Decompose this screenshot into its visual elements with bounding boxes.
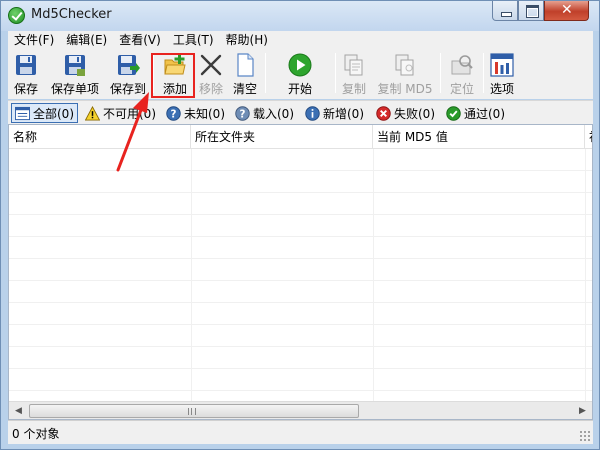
menu-edit[interactable]: 编辑(E) xyxy=(60,31,113,49)
play-icon xyxy=(288,53,312,77)
filter-unknown[interactable]: ? 未知(0) xyxy=(166,103,225,123)
title-bar[interactable]: Md5Checker xyxy=(1,1,599,31)
table-body[interactable] xyxy=(9,149,592,401)
remove-label: 移除 xyxy=(198,82,223,96)
toolbar-separator xyxy=(265,53,266,93)
save-to-button[interactable]: 保存到 xyxy=(106,51,150,97)
object-count: 0 个对象 xyxy=(12,427,60,441)
filter-unknown-label: 未知(0) xyxy=(184,106,225,121)
clear-label: 清空 xyxy=(232,82,257,96)
clear-button[interactable]: 清空 xyxy=(229,51,261,97)
save-to-label: 保存到 xyxy=(109,82,146,96)
column-header-initial[interactable]: 初 xyxy=(585,125,592,149)
menu-bar: 文件(F) 编辑(E) 查看(V) 工具(T) 帮助(H) xyxy=(8,31,593,49)
filter-all[interactable]: 全部(0) xyxy=(11,103,78,123)
copy-icon xyxy=(344,54,363,76)
start-button[interactable]: 开始 xyxy=(278,51,322,97)
save-single-label: 保存单项 xyxy=(50,82,99,96)
toolbar-separator xyxy=(483,53,484,93)
scrollbar-thumb[interactable] xyxy=(29,404,359,418)
horizontal-scrollbar[interactable]: ◀ ▶ xyxy=(9,401,592,419)
options-settings-icon xyxy=(490,53,514,77)
options-button[interactable]: 选项 xyxy=(486,51,518,97)
filter-loaded[interactable]: ? 载入(0) xyxy=(235,103,294,123)
scroll-left-arrow-icon[interactable]: ◀ xyxy=(10,403,27,419)
info-icon xyxy=(305,105,320,121)
options-label: 选项 xyxy=(489,82,514,96)
scrollbar-grip-icon xyxy=(188,408,196,415)
blank-page-icon xyxy=(237,53,254,77)
start-label: 开始 xyxy=(287,82,312,96)
question-icon: ? xyxy=(166,105,181,121)
maximize-button[interactable] xyxy=(518,1,544,21)
toolbar-separator xyxy=(440,53,441,93)
floppy-disk-single-icon xyxy=(65,55,85,76)
copy-md5-label: 复制 MD5 xyxy=(377,82,433,96)
column-header-md5[interactable]: 当前 MD5 值 xyxy=(373,125,585,149)
locate-label: 定位 xyxy=(449,82,474,96)
filter-passed-label: 通过(0) xyxy=(464,106,505,121)
app-check-icon xyxy=(8,7,25,24)
close-button[interactable] xyxy=(544,1,589,21)
floppy-disk-export-icon xyxy=(118,55,140,75)
status-filter-bar: 全部(0) 不可用(0) ? 未知(0) ? 载入(0) 新增(0) 失败(0)… xyxy=(8,100,593,124)
add-button-highlight xyxy=(151,53,195,98)
warning-icon xyxy=(85,105,100,121)
svg-text:?: ? xyxy=(240,108,246,120)
save-label: 保存 xyxy=(13,82,38,96)
column-header-folder[interactable]: 所在文件夹 xyxy=(191,125,373,149)
list-window-icon xyxy=(15,106,30,120)
window-title: Md5Checker xyxy=(31,7,112,22)
column-header-name[interactable]: 名称 xyxy=(9,125,191,149)
filter-passed[interactable]: 通过(0) xyxy=(446,103,505,123)
filter-unavailable[interactable]: 不可用(0) xyxy=(85,103,156,123)
menu-tools[interactable]: 工具(T) xyxy=(167,31,220,49)
filter-failed-label: 失败(0) xyxy=(394,106,435,121)
column-divider xyxy=(373,149,374,401)
copy-button[interactable]: 复制 xyxy=(338,51,370,97)
filter-failed[interactable]: 失败(0) xyxy=(376,103,435,123)
filter-new[interactable]: 新增(0) xyxy=(305,103,364,123)
filter-loaded-label: 载入(0) xyxy=(253,106,294,121)
copy-label: 复制 xyxy=(341,82,366,96)
error-x-icon xyxy=(376,105,391,121)
floppy-disk-icon xyxy=(16,55,36,75)
check-icon xyxy=(446,105,461,121)
remove-button[interactable]: 移除 xyxy=(196,51,226,97)
filter-unavailable-label: 不可用(0) xyxy=(103,106,156,121)
question-loaded-icon: ? xyxy=(235,105,250,121)
minimize-button[interactable] xyxy=(492,1,518,21)
filter-all-label: 全部(0) xyxy=(33,106,74,121)
svg-text:?: ? xyxy=(171,108,177,120)
table-header: 名称 所在文件夹 当前 MD5 值 初 xyxy=(9,125,592,149)
save-single-button[interactable]: 保存单项 xyxy=(46,51,104,97)
column-divider xyxy=(585,149,586,401)
filter-new-label: 新增(0) xyxy=(323,106,364,121)
app-window: Md5Checker 文件(F) 编辑(E) 查看(V) 工具(T) 帮助(H)… xyxy=(0,0,600,450)
file-list-table[interactable]: 名称 所在文件夹 当前 MD5 值 初 ◀ ▶ xyxy=(8,124,593,420)
status-bar: 0 个对象 xyxy=(8,420,593,444)
scroll-right-arrow-icon[interactable]: ▶ xyxy=(574,403,591,419)
locate-button[interactable]: 定位 xyxy=(446,51,478,97)
toolbar-separator xyxy=(335,53,336,93)
copy-md5-icon xyxy=(395,54,414,76)
column-divider xyxy=(191,149,192,401)
remove-x-icon xyxy=(200,54,222,76)
copy-md5-button[interactable]: 复制 MD5 xyxy=(374,51,436,97)
menu-file[interactable]: 文件(F) xyxy=(8,31,60,49)
resize-grip-icon[interactable] xyxy=(579,430,591,442)
menu-view[interactable]: 查看(V) xyxy=(113,31,167,49)
save-button[interactable]: 保存 xyxy=(8,51,44,97)
toolbar: 保存 保存单项 保存到 添加 移除 清空 开始 复制 复制 MD5 定位 选项 xyxy=(8,49,593,99)
locate-folder-icon xyxy=(451,55,473,75)
menu-help[interactable]: 帮助(H) xyxy=(220,31,274,49)
